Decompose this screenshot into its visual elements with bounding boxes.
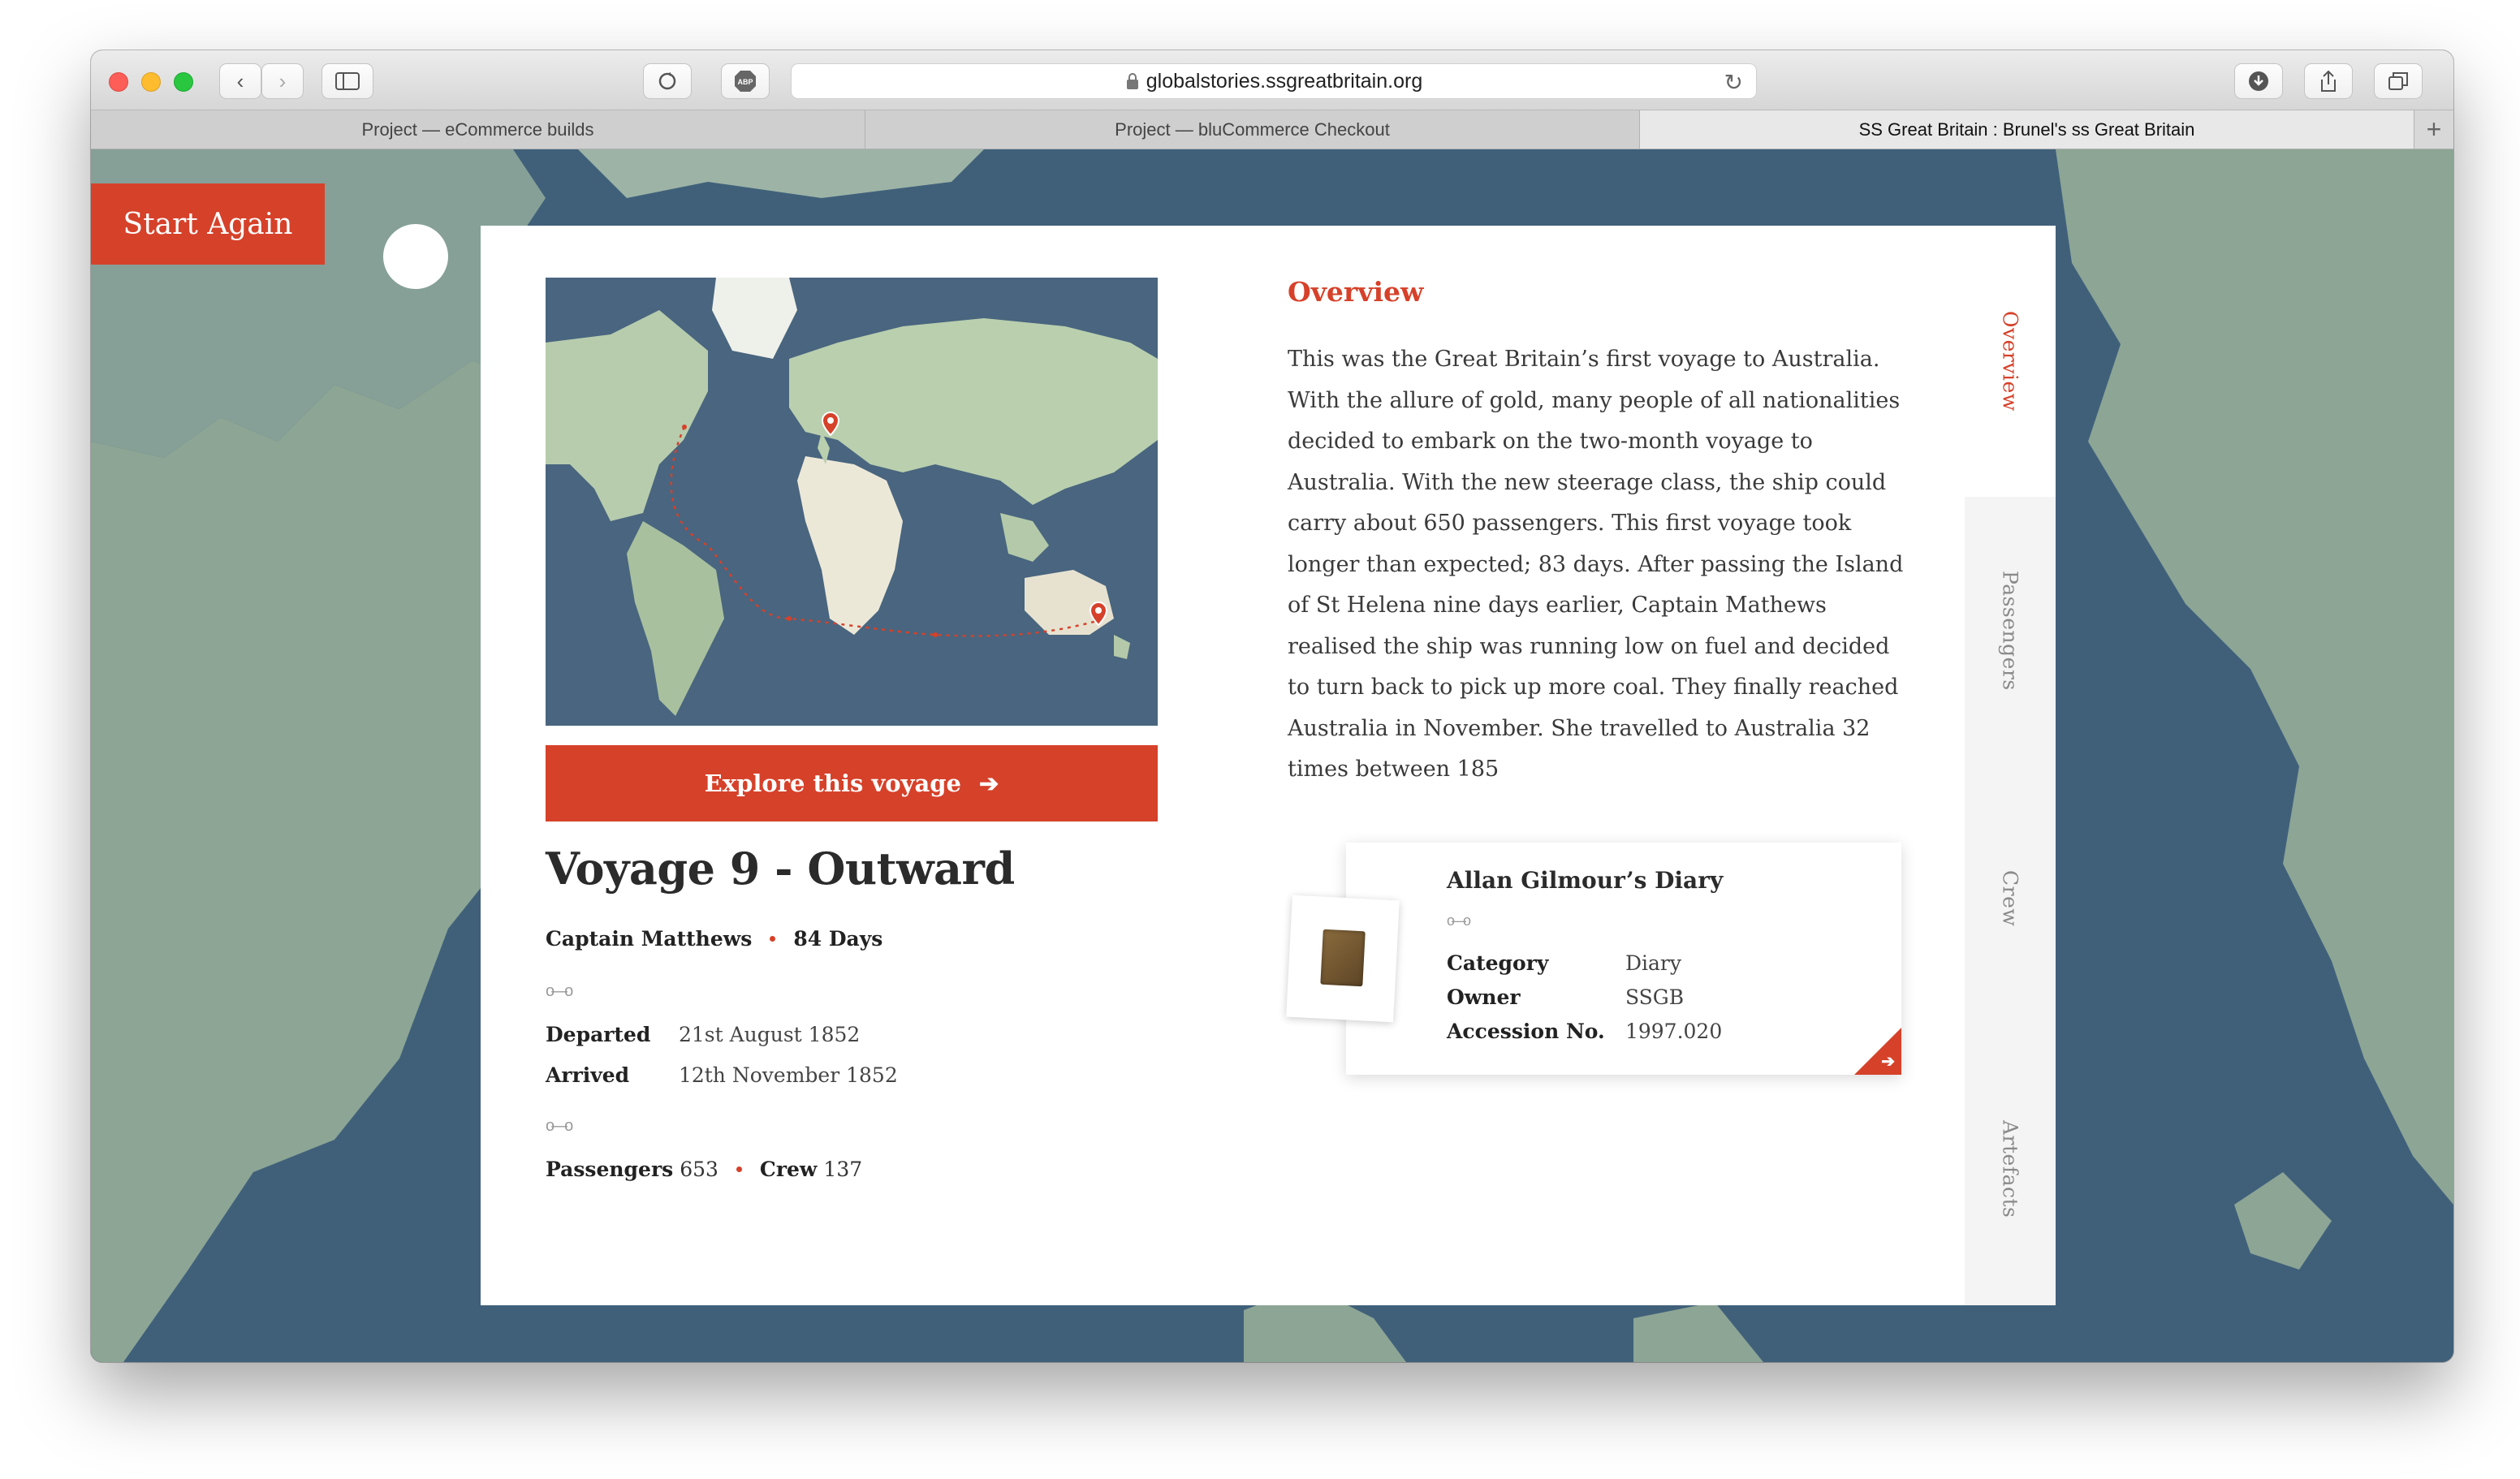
tab-bar: Project — eCommerce builds Project — blu… (91, 110, 2453, 149)
owner-label: Owner (1447, 985, 1521, 1009)
share-icon (2321, 70, 2336, 92)
arrived-row: Arrived 12th November 1852 (546, 1063, 898, 1087)
browser-tab[interactable]: Project — eCommerce builds (91, 110, 865, 149)
sidebar-toggle-button[interactable] (321, 63, 373, 99)
address-bar[interactable]: globalstories.ssgreatbritain.org ↻ (791, 63, 1757, 99)
tabs-icon (2388, 72, 2408, 90)
category-value: Diary (1625, 951, 1681, 975)
share-button[interactable] (2304, 63, 2353, 99)
separator-dot (770, 936, 776, 942)
divider-icon: o—o (546, 1117, 573, 1135)
tab-overview-button[interactable] (2374, 63, 2423, 99)
browser-toolbar: ‹ › ABP globalstories.ssgreatbritain.org… (91, 50, 2453, 110)
arrow-right-icon: ➔ (1881, 1053, 1895, 1071)
artefact-accession-row: Accession No. 1997.020 (1447, 1020, 1722, 1043)
download-icon (2249, 71, 2268, 91)
browser-window: ‹ › ABP globalstories.ssgreatbritain.org… (91, 50, 2453, 1362)
arrived-value: 12th November 1852 (678, 1063, 898, 1087)
category-label: Category (1447, 951, 1549, 975)
svg-text:ABP: ABP (737, 78, 753, 86)
divider-icon: o—o (546, 982, 573, 1000)
start-again-button[interactable]: Start Again (91, 183, 325, 265)
route-map-graphic (546, 278, 1158, 726)
artefact-owner-row: Owner SSGB (1447, 985, 1684, 1009)
owner-value: SSGB (1625, 985, 1685, 1009)
crew-label: Crew (759, 1158, 818, 1181)
tab-overview[interactable]: Overview (1965, 226, 2056, 497)
artefact-title: Allan Gilmour’s Diary (1447, 867, 1724, 894)
map-location-marker[interactable] (383, 224, 448, 289)
tab-passengers-label: Passengers (1998, 571, 2022, 691)
tab-crew[interactable]: Crew (1965, 765, 2056, 1033)
new-tab-button[interactable]: + (2414, 110, 2453, 149)
adblock-icon: ABP (735, 71, 756, 92)
forward-button[interactable]: › (261, 63, 304, 99)
adblock-button[interactable]: ABP (721, 63, 770, 99)
divider-icon: o—o (1447, 912, 1471, 929)
page-content: Start Again Explore this voyage ➔ Voyage… (91, 149, 2453, 1362)
tab-passengers[interactable]: Passengers (1965, 497, 2056, 765)
accession-value: 1997.020 (1625, 1020, 1723, 1043)
chevron-left-icon: ‹ (236, 68, 244, 93)
explore-voyage-label: Explore this voyage (704, 770, 962, 797)
explore-voyage-button[interactable]: Explore this voyage ➔ (546, 745, 1158, 821)
browser-tab[interactable]: Project — bluCommerce Checkout (865, 110, 1640, 149)
departed-row: Departed 21st August 1852 (546, 1023, 860, 1046)
refresh-extension-button[interactable] (643, 63, 692, 99)
tab-crew-label: Crew (1998, 870, 2022, 927)
overview-text: This was the Great Britain’s first voyag… (1288, 347, 1904, 782)
captain-name: Captain Matthews (546, 927, 753, 951)
sidebar-icon (335, 72, 360, 90)
voyage-route-map[interactable] (546, 278, 1158, 726)
diary-book-icon (1320, 929, 1366, 987)
chevron-right-icon: › (278, 68, 287, 93)
passengers-label: Passengers (546, 1158, 674, 1181)
tab-overview-label: Overview (1998, 311, 2022, 412)
artefact-category-row: Category Diary (1447, 951, 1681, 975)
back-button[interactable]: ‹ (219, 63, 261, 99)
arrived-label: Arrived (546, 1063, 630, 1087)
artefact-card[interactable]: Allan Gilmour’s Diary o—o Category Diary… (1286, 843, 1901, 1075)
minimize-window-button[interactable] (141, 72, 161, 92)
tab-artefacts-label: Artefacts (1998, 1119, 2022, 1218)
departed-label: Departed (546, 1023, 651, 1046)
voyage-duration: 84 Days (793, 927, 883, 951)
voyage-title: Voyage 9 - Outward (546, 843, 1015, 895)
departed-value: 21st August 1852 (678, 1023, 861, 1046)
overview-heading: Overview (1288, 276, 1424, 308)
url-text: globalstories.ssgreatbritain.org (1146, 69, 1423, 93)
separator-dot (736, 1166, 742, 1172)
artefact-thumbnail[interactable] (1286, 895, 1400, 1023)
voyage-summary: Captain Matthews 84 Days (546, 927, 882, 951)
side-tab-navigation: Overview Passengers Crew Artefacts (1965, 226, 2056, 1305)
arrow-right-icon: ➔ (979, 770, 999, 797)
close-window-button[interactable] (109, 72, 128, 92)
passenger-crew-summary: Passengers 653 Crew 137 (546, 1158, 862, 1181)
reload-icon[interactable]: ↻ (1724, 69, 1743, 96)
tab-artefacts[interactable]: Artefacts (1965, 1033, 2056, 1305)
crew-value: 137 (823, 1158, 863, 1181)
sync-icon (658, 72, 676, 90)
lock-icon (1126, 73, 1138, 89)
accession-label: Accession No. (1447, 1020, 1605, 1043)
voyage-card: Explore this voyage ➔ Voyage 9 - Outward… (481, 226, 2056, 1305)
passengers-value: 653 (680, 1158, 718, 1181)
browser-tab-active[interactable]: SS Great Britain : Brunel's ss Great Bri… (1640, 110, 2414, 149)
zoom-window-button[interactable] (174, 72, 193, 92)
downloads-button[interactable] (2234, 63, 2283, 99)
